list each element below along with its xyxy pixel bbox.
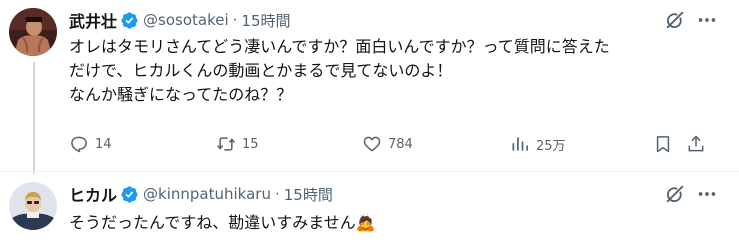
views-button[interactable]: 25万 <box>504 130 566 158</box>
separator-dot: · <box>274 185 280 203</box>
tweet-hikaru[interactable]: ヒカル @kinnpatuhikaru · 15時間 そうだったんですね、勘違い… <box>0 172 739 252</box>
share-icon <box>688 135 704 152</box>
tweet-text-line: オレはタモリさんてどう凄いんですか？面白いんですか？って質問に答えた <box>69 37 610 56</box>
views-count: 25万 <box>536 138 566 154</box>
author-name[interactable]: 武井壮 <box>69 8 117 32</box>
reply-text: そうだったんですね、勘違いすみません <box>69 213 356 232</box>
grok-icon[interactable] <box>664 9 686 31</box>
bowing-emoji: 🙇 <box>355 213 376 232</box>
avatar-hikaru[interactable] <box>9 182 57 230</box>
tweet-text: そうだったんですね、勘違いすみません🙇 <box>69 211 729 235</box>
tweet-header: ヒカル @kinnpatuhikaru · 15時間 <box>69 183 333 205</box>
more-icon[interactable] <box>696 183 718 205</box>
grok-icon[interactable] <box>664 183 686 205</box>
reply-button[interactable]: 14 <box>63 130 112 158</box>
tweet-text-line: だけで、ヒカルくんの動画とかまるで見てないのよ！ <box>69 61 453 80</box>
avatar-takei[interactable] <box>9 8 57 56</box>
like-button[interactable]: 784 <box>356 130 413 158</box>
retweet-button[interactable]: 15 <box>210 130 259 158</box>
bookmark-button[interactable] <box>647 130 679 158</box>
bookmark-icon <box>656 136 670 153</box>
more-icon[interactable] <box>696 9 718 31</box>
thread-line <box>33 62 35 174</box>
like-icon <box>363 136 381 152</box>
tweet-header: 武井壮 @sosotakei · 15時間 <box>69 9 291 31</box>
tweet-actions: 14 15 784 25万 <box>63 130 723 158</box>
reply-count: 14 <box>95 136 112 152</box>
tweet-text-line: なんか騒ぎになってたのね？？ <box>69 85 293 104</box>
verified-badge-icon <box>121 11 138 29</box>
verified-badge-icon <box>121 185 138 203</box>
share-button[interactable] <box>680 130 712 158</box>
views-icon <box>512 137 528 151</box>
separator-dot: · <box>232 11 238 29</box>
retweet-icon <box>217 137 235 151</box>
tweet-takei[interactable]: 武井壮 @sosotakei · 15時間 オレはタモリさんてどう凄いんですか？… <box>0 0 739 174</box>
tweet-text-line: そうだったんですね、勘違いすみません🙇 <box>69 211 729 235</box>
author-name[interactable]: ヒカル <box>69 182 117 206</box>
tweet-time[interactable]: 15時間 <box>241 10 290 31</box>
tweet-time[interactable]: 15時間 <box>284 184 333 205</box>
author-handle[interactable]: @kinnpatuhikaru <box>143 185 271 203</box>
like-count: 784 <box>388 136 413 152</box>
author-handle[interactable]: @sosotakei <box>143 11 229 29</box>
reply-icon <box>71 136 87 153</box>
tweet-text: オレはタモリさんてどう凄いんですか？面白いんですか？って質問に答えた だけで、ヒ… <box>69 35 729 107</box>
retweet-count: 15 <box>242 136 259 152</box>
